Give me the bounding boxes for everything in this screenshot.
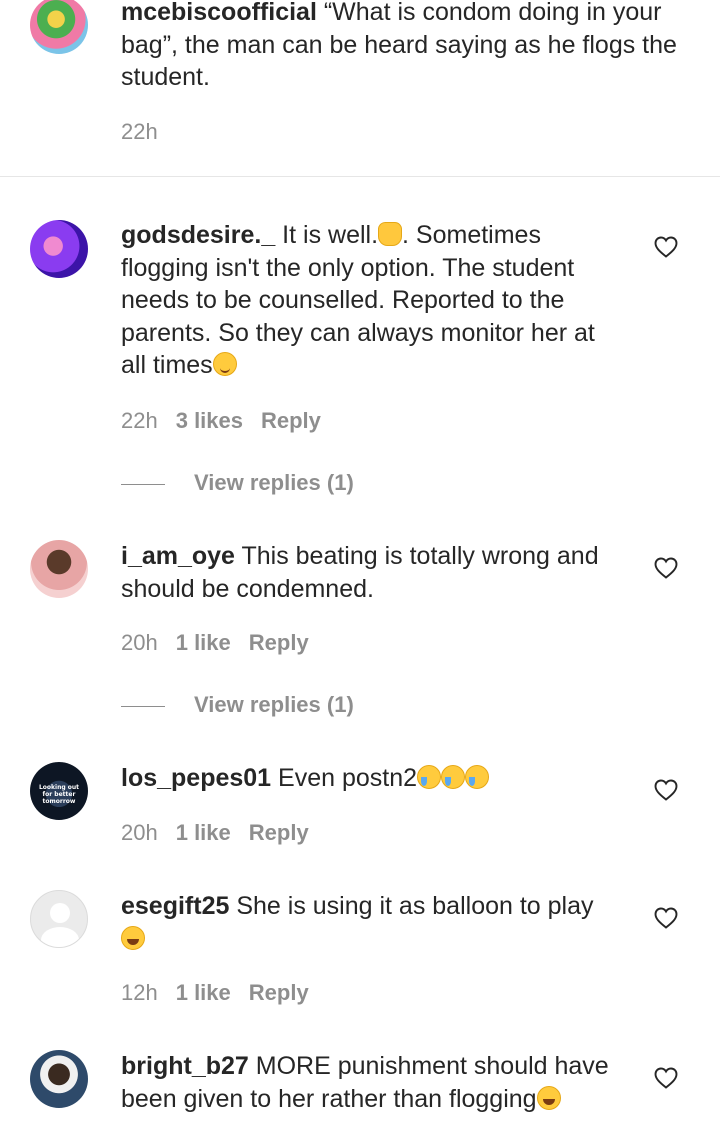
face-with-tears-of-joy-emoji-icon bbox=[536, 1085, 561, 1110]
view-replies-label: View replies (1) bbox=[194, 692, 354, 717]
avatar[interactable] bbox=[30, 0, 88, 54]
comment-username[interactable]: los_pepes01 bbox=[121, 764, 271, 792]
comment-meta: 12h 1 like Reply bbox=[121, 980, 309, 1006]
avatar[interactable]: Looking out for better tomorrow bbox=[30, 762, 88, 820]
comment-username[interactable]: esegift25 bbox=[121, 892, 229, 920]
replies-line bbox=[121, 483, 165, 485]
comment-username[interactable]: godsdesire._ bbox=[121, 221, 275, 249]
comment-body: She is using it as balloon to play bbox=[229, 892, 594, 920]
divider bbox=[0, 176, 720, 177]
face-with-tears-of-joy-emoji-icon bbox=[121, 925, 145, 950]
reply-button[interactable]: Reply bbox=[249, 630, 309, 655]
like-heart-icon[interactable] bbox=[654, 557, 678, 579]
like-heart-icon[interactable] bbox=[654, 907, 678, 929]
reply-button[interactable]: Reply bbox=[249, 820, 309, 845]
comment-username[interactable]: bright_b27 bbox=[121, 1052, 249, 1080]
comment-time: 20h bbox=[121, 820, 158, 845]
comment-time: 22h bbox=[121, 408, 158, 433]
view-replies-button[interactable]: View replies (1) bbox=[121, 692, 354, 718]
crying-face-emoji-icon bbox=[417, 765, 442, 789]
view-replies-label: View replies (1) bbox=[194, 470, 354, 495]
avatar[interactable] bbox=[30, 890, 88, 948]
comment-username[interactable]: i_am_oye bbox=[121, 542, 235, 570]
comment-text: i_am_oye This beating is totally wrong a… bbox=[121, 540, 621, 605]
crying-face-emoji-icon bbox=[465, 765, 490, 789]
comment-meta: 20h 1 like Reply bbox=[121, 630, 309, 656]
comment-body: It is well. bbox=[275, 221, 379, 249]
default-avatar-head bbox=[50, 903, 70, 923]
like-heart-icon[interactable] bbox=[654, 1067, 678, 1089]
avatar[interactable] bbox=[30, 220, 88, 278]
likes-count[interactable]: 1 like bbox=[176, 630, 231, 655]
comment-body: Even postn2 bbox=[271, 764, 418, 792]
comment-text: godsdesire._ It is well.. Sometimes flog… bbox=[121, 219, 621, 382]
avatar[interactable] bbox=[30, 540, 88, 598]
raising-hands-emoji-icon bbox=[378, 222, 403, 246]
view-replies-button[interactable]: View replies (1) bbox=[121, 470, 354, 496]
comment-time: 22h bbox=[121, 119, 158, 144]
like-heart-icon[interactable] bbox=[654, 236, 678, 258]
comment-meta: 22h 3 likes Reply bbox=[121, 408, 321, 434]
reply-button[interactable]: Reply bbox=[249, 980, 309, 1005]
comment-meta: 22h bbox=[121, 119, 176, 145]
crying-face-emoji-icon bbox=[441, 765, 466, 789]
comments-page: mcebiscoofficial “What is condom doing i… bbox=[0, 0, 720, 1121]
comment-username[interactable]: mcebiscoofficial bbox=[121, 0, 317, 26]
likes-count[interactable]: 1 like bbox=[176, 980, 231, 1005]
reply-button[interactable]: Reply bbox=[261, 408, 321, 433]
replies-line bbox=[121, 705, 165, 707]
likes-count[interactable]: 3 likes bbox=[176, 408, 243, 433]
comment-text: los_pepes01 Even postn2 bbox=[121, 762, 621, 795]
comment-text: esegift25 She is using it as balloon to … bbox=[121, 890, 621, 955]
like-heart-icon[interactable] bbox=[654, 779, 678, 801]
slightly-smiling-emoji-icon bbox=[212, 352, 237, 376]
comment-time: 20h bbox=[121, 630, 158, 655]
avatar[interactable] bbox=[30, 1050, 88, 1108]
comment-meta: 20h 1 like Reply bbox=[121, 820, 309, 846]
default-avatar-body bbox=[41, 927, 79, 947]
comment-time: 12h bbox=[121, 980, 158, 1005]
comment-text: mcebiscoofficial “What is condom doing i… bbox=[121, 0, 681, 94]
comment-text: bright_b27 MORE punishment should have b… bbox=[121, 1050, 621, 1115]
avatar-caption: Looking out for better tomorrow bbox=[38, 784, 80, 805]
likes-count[interactable]: 1 like bbox=[176, 820, 231, 845]
